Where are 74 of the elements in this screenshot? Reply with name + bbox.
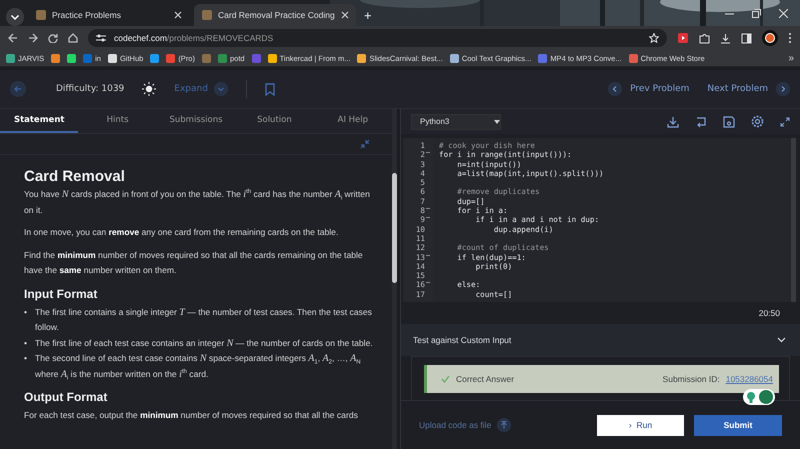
- bookmark-icon[interactable]: [202, 54, 211, 62]
- url-text: codechef.com/problems/REMOVECARDS: [114, 33, 274, 43]
- star-icon[interactable]: [649, 33, 659, 43]
- bookmark-icon[interactable]: [150, 54, 160, 62]
- next-problem-button[interactable]: Next Problem: [707, 82, 790, 96]
- section-heading: Output Format: [24, 390, 108, 405]
- bullet: •: [24, 306, 28, 318]
- upload-icon: [497, 418, 512, 432]
- site-settings-icon[interactable]: [96, 34, 106, 42]
- paragraph: Find the minimum number of moves required so that all the cards remaining on the table have the same number written on them.: [24, 248, 364, 277]
- submission-label: Submission ID:: [662, 374, 720, 384]
- fold-icon[interactable]: [426, 215, 431, 220]
- back-arrow-icon[interactable]: [8, 33, 18, 43]
- collapse-icon[interactable]: [360, 139, 370, 149]
- sun-icon[interactable]: [142, 82, 156, 96]
- bookmark-icon[interactable]: [264, 82, 275, 96]
- timer: 20:50: [758, 308, 780, 318]
- new-tab-button[interactable]: +: [360, 4, 376, 26]
- chevron-left-icon: [608, 82, 622, 96]
- extension-icon[interactable]: [677, 32, 689, 44]
- tab[interactable]: AI Help: [314, 109, 392, 133]
- close-icon[interactable]: [174, 11, 182, 19]
- address-bar[interactable]: codechef.com/problems/REMOVECARDS: [88, 29, 667, 47]
- submit-button[interactable]: Submit: [694, 414, 782, 436]
- more-bookmarks-button[interactable]: »: [788, 52, 794, 64]
- save-icon[interactable]: [723, 116, 735, 128]
- scrollbar-thumb[interactable]: [392, 173, 397, 283]
- settings-icon[interactable]: [751, 115, 764, 128]
- chevron-down-icon[interactable]: [6, 8, 24, 26]
- browser-tab[interactable]: Practice Problems: [28, 4, 190, 26]
- list-item: The first line of each test case contains an integer N — the number of cards on the table.: [35, 336, 374, 350]
- check-icon: [441, 375, 450, 383]
- problem-title: Card Removal: [24, 167, 126, 187]
- home-icon[interactable]: [68, 33, 78, 43]
- fold-icon[interactable]: [426, 280, 431, 286]
- tab[interactable]: Solution: [235, 109, 314, 133]
- restore-icon[interactable]: [752, 8, 761, 18]
- reset-icon[interactable]: [695, 116, 707, 128]
- language-dropdown[interactable]: Python3: [411, 114, 501, 130]
- tab[interactable]: Submissions: [156, 109, 236, 133]
- list-item: The second line of each test case contains N space-separated integers A$_{1}$, A$_{2}$, …, A$_{N}$ where A$_{i}$ is the number written on the i$^{th}$ card.: [35, 352, 362, 382]
- menu-icon[interactable]: [788, 32, 792, 44]
- tab[interactable]: Statement: [0, 109, 78, 133]
- browser-tab[interactable]: Card Removal Practice Coding: [194, 4, 356, 26]
- chevron-right-icon: [776, 82, 790, 96]
- paragraph: In one move, you can remove any one card from the remaining cards on the table.: [24, 226, 340, 239]
- tab[interactable]: Hints: [78, 109, 157, 133]
- help-widget-icon[interactable]: [743, 389, 775, 405]
- side-panel-icon[interactable]: [741, 32, 752, 44]
- section-heading: Input Format: [24, 286, 98, 302]
- paragraph: You have N cards placed in front of you on the table. The i$^{th}$ card has the number A$_{i}$ written on it.: [24, 188, 371, 216]
- profile-avatar-icon[interactable]: [762, 30, 778, 46]
- expand-icon[interactable]: [780, 116, 790, 126]
- caret-icon: [214, 82, 228, 96]
- run-button[interactable]: › Run: [597, 414, 684, 436]
- bullet: •: [24, 352, 28, 365]
- fold-icon[interactable]: [426, 150, 431, 156]
- close-icon[interactable]: [340, 11, 349, 19]
- puzzle-icon[interactable]: [699, 32, 710, 44]
- close-icon[interactable]: [779, 8, 788, 18]
- result-status: Correct Answer: [456, 374, 516, 384]
- code-editor[interactable]: [403, 138, 796, 302]
- bullet: •: [24, 336, 28, 350]
- download-icon[interactable]: [667, 116, 679, 128]
- fold-icon[interactable]: [426, 206, 431, 212]
- list-item: The first line contains a single integer T — the number of test cases. Then the test cases follow.: [35, 306, 373, 334]
- fold-icon[interactable]: [426, 252, 431, 258]
- custom-input-toggle[interactable]: Test against Custom Input: [401, 324, 800, 356]
- reload-icon[interactable]: [48, 33, 58, 43]
- forward-arrow-icon[interactable]: [28, 33, 38, 43]
- difficulty-label: Difficulty: 1039: [56, 84, 124, 94]
- caret-down-icon: [494, 120, 500, 124]
- paragraph: For each test case, output the minimum number of moves required so that all the cards: [24, 409, 359, 422]
- prev-problem-button[interactable]: Prev Problem: [608, 82, 690, 96]
